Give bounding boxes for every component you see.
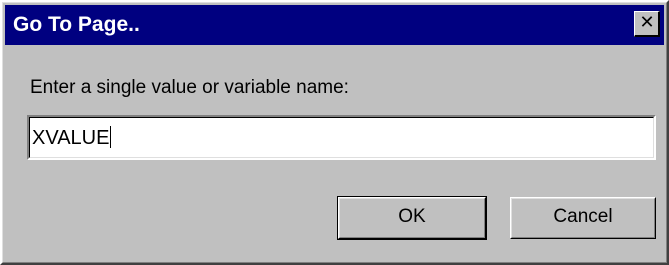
title-bar[interactable]: Go To Page.. ✕ — [5, 5, 664, 45]
cancel-button[interactable]: Cancel — [510, 197, 656, 239]
value-input[interactable]: XVALUE — [27, 115, 656, 160]
close-button[interactable]: ✕ — [634, 11, 660, 37]
dialog-title: Go To Page.. — [13, 13, 140, 36]
value-input-text: XVALUE — [32, 126, 112, 150]
close-icon: ✕ — [639, 12, 655, 33]
text-caret — [110, 126, 112, 148]
value-input-value: XVALUE — [32, 127, 110, 149]
go-to-page-dialog: Go To Page.. ✕ Enter a single value or v… — [0, 0, 669, 265]
prompt-label: Enter a single value or variable name: — [30, 77, 349, 98]
ok-button[interactable]: OK — [337, 196, 487, 240]
cancel-button-label: Cancel — [553, 206, 613, 227]
value-input-frame — [29, 117, 654, 158]
ok-button-label: OK — [398, 206, 426, 227]
